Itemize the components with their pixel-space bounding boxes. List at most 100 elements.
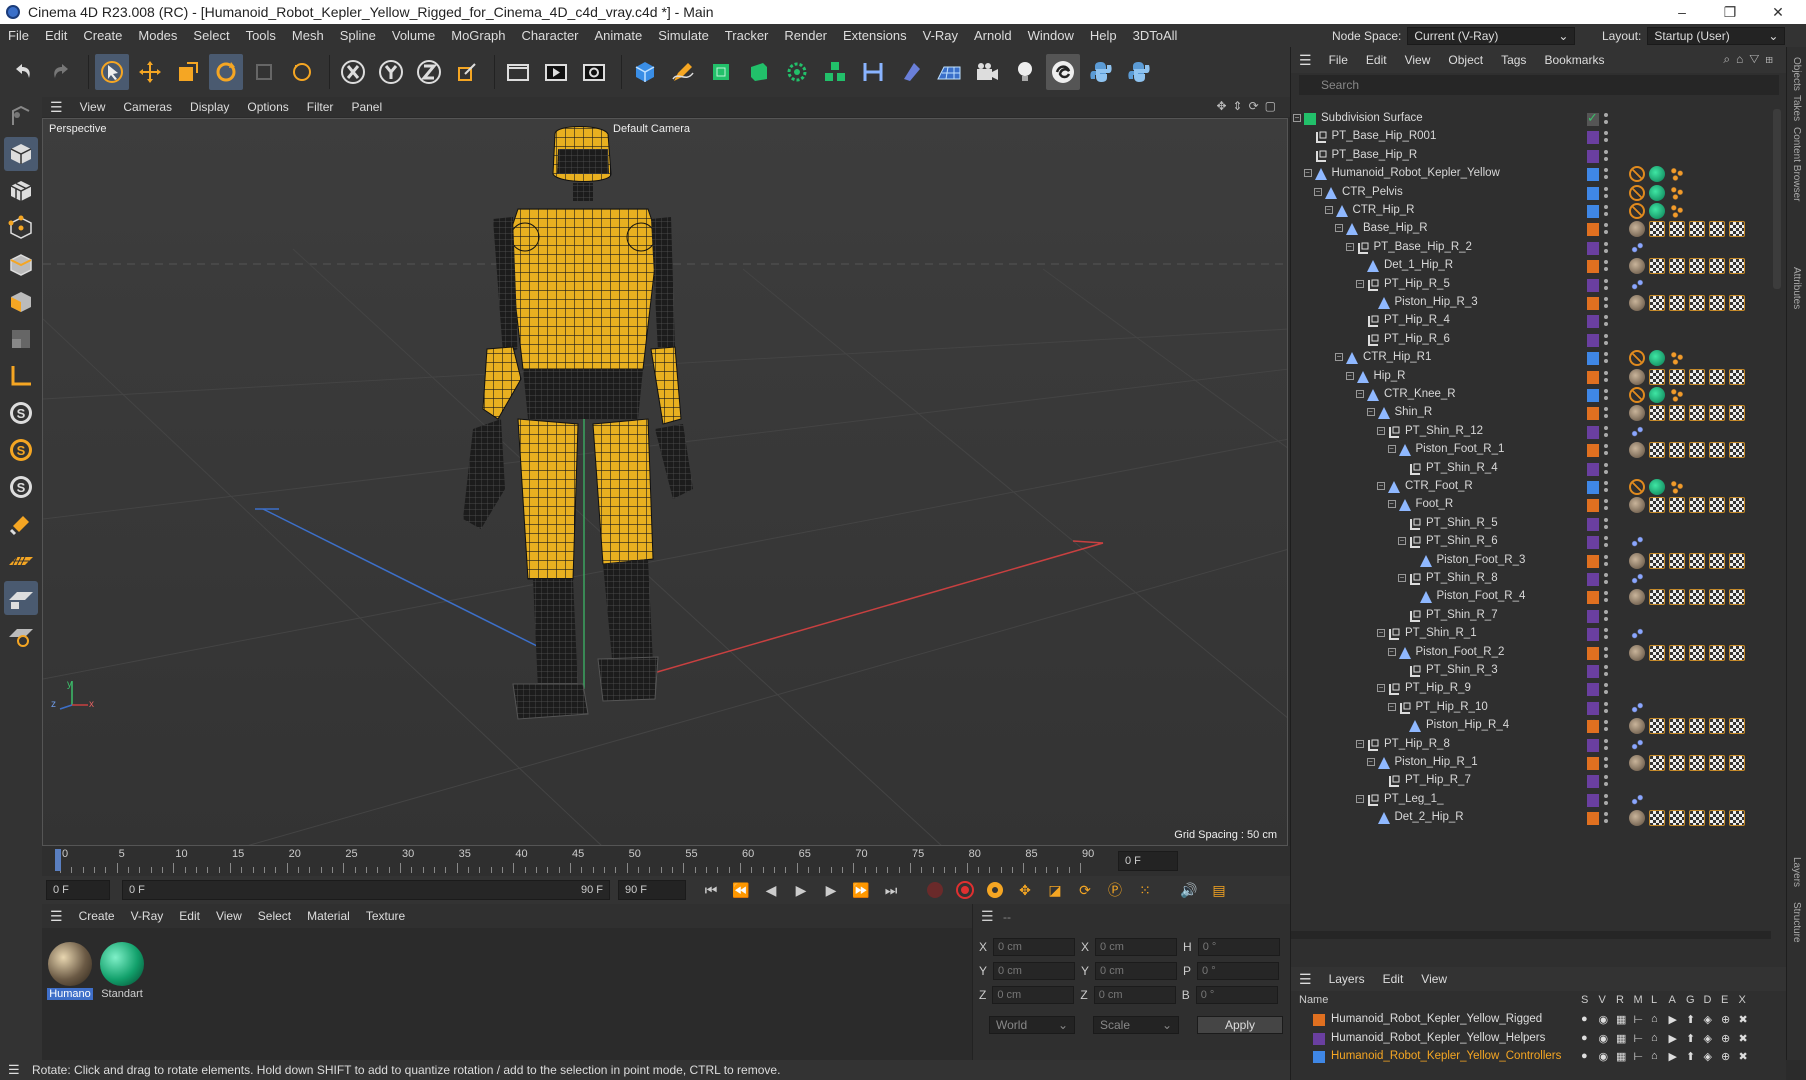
menu-mesh[interactable]: Mesh bbox=[284, 24, 332, 47]
menu-tools[interactable]: Tools bbox=[238, 24, 284, 47]
layer-color-swatch[interactable] bbox=[1587, 333, 1599, 347]
vray-material-tag-icon[interactable] bbox=[1669, 718, 1685, 735]
object-row[interactable]: Det_2_Hip_R bbox=[1291, 808, 1787, 829]
menu-modes[interactable]: Modes bbox=[130, 24, 185, 47]
maximize-button[interactable]: ❐ bbox=[1708, 0, 1752, 24]
expand-toggle[interactable]: − bbox=[1335, 224, 1343, 233]
viewport-camera-label[interactable]: Default Camera bbox=[613, 123, 690, 135]
display-tag-icon[interactable] bbox=[1649, 479, 1665, 495]
menu-character[interactable]: Character bbox=[513, 24, 586, 47]
expand-toggle[interactable]: − bbox=[1356, 279, 1364, 288]
menu-create[interactable]: Create bbox=[75, 24, 130, 47]
layer-color-swatch[interactable] bbox=[1587, 628, 1599, 642]
xref-icon[interactable]: ✖ bbox=[1739, 1032, 1755, 1045]
visibility-dots[interactable] bbox=[1603, 498, 1609, 512]
snap-button[interactable]: S bbox=[4, 396, 38, 430]
visibility-dots[interactable] bbox=[1603, 204, 1609, 218]
layer-color-swatch[interactable] bbox=[1587, 517, 1599, 531]
vray-material-tag-icon[interactable] bbox=[1729, 221, 1745, 238]
constraint-tag-icon[interactable] bbox=[1669, 479, 1685, 495]
texture-tag-icon[interactable] bbox=[1629, 295, 1645, 311]
layer-color-swatch[interactable] bbox=[1587, 352, 1599, 366]
timeline-playhead[interactable] bbox=[55, 849, 61, 871]
layer-color-swatch[interactable] bbox=[1587, 591, 1599, 605]
node-space-select[interactable]: Current (V-Ray) ⌄ bbox=[1407, 26, 1576, 45]
visibility-dots[interactable] bbox=[1603, 351, 1609, 365]
position-z-field[interactable]: 0 cm bbox=[992, 986, 1075, 1004]
minimize-button[interactable]: – bbox=[1660, 0, 1704, 24]
expand-toggle[interactable]: − bbox=[1303, 169, 1312, 178]
cube-object-button[interactable] bbox=[628, 54, 662, 90]
next-key-button[interactable]: ⏩ bbox=[849, 879, 873, 901]
move-tool-button[interactable] bbox=[133, 54, 167, 90]
vray-material-tag-icon[interactable] bbox=[1709, 442, 1725, 459]
vray-material-tag-icon[interactable] bbox=[1729, 644, 1745, 661]
protection-tag-icon[interactable] bbox=[1629, 350, 1645, 367]
vray-material-tag-icon[interactable] bbox=[1669, 221, 1685, 238]
vray-material-tag-icon[interactable] bbox=[1669, 497, 1685, 514]
right-tab-attributes[interactable]: Attributes bbox=[1791, 267, 1802, 309]
visibility-dots[interactable] bbox=[1603, 572, 1609, 586]
layer-color-swatch[interactable] bbox=[1587, 812, 1599, 826]
floor-button[interactable] bbox=[932, 54, 966, 90]
viewport-menu-filter[interactable]: Filter bbox=[298, 100, 343, 114]
object-menu-edit[interactable]: Edit bbox=[1357, 53, 1396, 67]
undo-button[interactable] bbox=[6, 54, 40, 90]
visibility-dots[interactable] bbox=[1603, 609, 1609, 623]
layer-color-swatch[interactable] bbox=[1587, 223, 1599, 237]
record-keys-button[interactable] bbox=[923, 879, 947, 901]
solo-icon[interactable]: ● bbox=[1581, 1050, 1597, 1063]
viewport-menu-options[interactable]: Options bbox=[238, 100, 297, 114]
key-scale-button[interactable]: ◪ bbox=[1043, 879, 1067, 901]
size-y-field[interactable]: 0 cm bbox=[1095, 962, 1178, 980]
protection-tag-icon[interactable] bbox=[1629, 203, 1645, 219]
viewport-menu-cameras[interactable]: Cameras bbox=[114, 100, 181, 114]
vray-material-tag-icon[interactable] bbox=[1689, 405, 1705, 422]
right-tab-structure[interactable]: Structure bbox=[1791, 902, 1802, 943]
timeline-window-button[interactable]: ▤ bbox=[1207, 879, 1231, 901]
vray-material-tag-icon[interactable] bbox=[1689, 810, 1705, 827]
vray-material-tag-icon[interactable] bbox=[1689, 497, 1705, 514]
vray-material-tag-icon[interactable] bbox=[1709, 589, 1725, 606]
texture-tag-icon[interactable] bbox=[1629, 405, 1645, 422]
vray-material-tag-icon[interactable] bbox=[1669, 589, 1685, 606]
manager-icon[interactable]: ⊢ bbox=[1634, 1013, 1650, 1026]
display-tag-icon[interactable] bbox=[1649, 166, 1665, 183]
object-menu-bookmarks[interactable]: Bookmarks bbox=[1535, 53, 1613, 67]
right-tab-takes[interactable]: Takes bbox=[1791, 95, 1802, 121]
mograph-button[interactable] bbox=[818, 54, 852, 90]
vray-material-tag-icon[interactable] bbox=[1689, 644, 1705, 661]
expand-toggle[interactable]: − bbox=[1377, 482, 1385, 490]
generator-icon[interactable]: ⬆ bbox=[1686, 1013, 1702, 1026]
layer-color-swatch[interactable] bbox=[1587, 168, 1599, 182]
next-frame-button[interactable]: ▶ bbox=[819, 879, 843, 901]
layer-color-swatch[interactable] bbox=[1313, 1051, 1325, 1063]
size-mode-select[interactable]: Scale ⌄ bbox=[1093, 1016, 1179, 1034]
vray-material-tag-icon[interactable] bbox=[1709, 258, 1725, 275]
right-tab-layers[interactable]: Layers bbox=[1791, 857, 1802, 887]
ik-tag-icon[interactable] bbox=[1629, 699, 1645, 716]
viewport-nav-icons[interactable]: ✥⇕⟳▢ bbox=[1216, 99, 1282, 113]
menu-volume[interactable]: Volume bbox=[384, 24, 443, 47]
menu-file[interactable]: File bbox=[0, 24, 37, 47]
visibility-dots[interactable] bbox=[1603, 590, 1609, 604]
vray-material-tag-icon[interactable] bbox=[1649, 810, 1665, 827]
material-swatch[interactable]: Standart bbox=[98, 942, 146, 1000]
layer-color-swatch[interactable] bbox=[1587, 260, 1599, 274]
deformer-button[interactable] bbox=[856, 54, 890, 90]
visibility-dots[interactable] bbox=[1603, 406, 1609, 420]
vray-material-tag-icon[interactable] bbox=[1729, 810, 1745, 827]
visibility-dots[interactable] bbox=[1603, 811, 1609, 825]
material-menu-v-ray[interactable]: V-Ray bbox=[123, 909, 172, 923]
expression-icon[interactable]: ⊕ bbox=[1721, 1050, 1737, 1063]
x-axis-lock-button[interactable] bbox=[336, 54, 370, 90]
visibility-dots[interactable] bbox=[1603, 259, 1609, 273]
visibility-dots[interactable] bbox=[1603, 793, 1609, 807]
protection-tag-icon[interactable] bbox=[1629, 479, 1645, 495]
material-menu-select[interactable]: Select bbox=[250, 909, 299, 923]
menu-render[interactable]: Render bbox=[776, 24, 835, 47]
right-tab-content-browser[interactable]: Content Browser bbox=[1791, 127, 1802, 201]
constraint-tag-icon[interactable] bbox=[1669, 203, 1685, 219]
vray-material-tag-icon[interactable] bbox=[1649, 644, 1665, 661]
texture-tag-icon[interactable] bbox=[1629, 442, 1645, 459]
